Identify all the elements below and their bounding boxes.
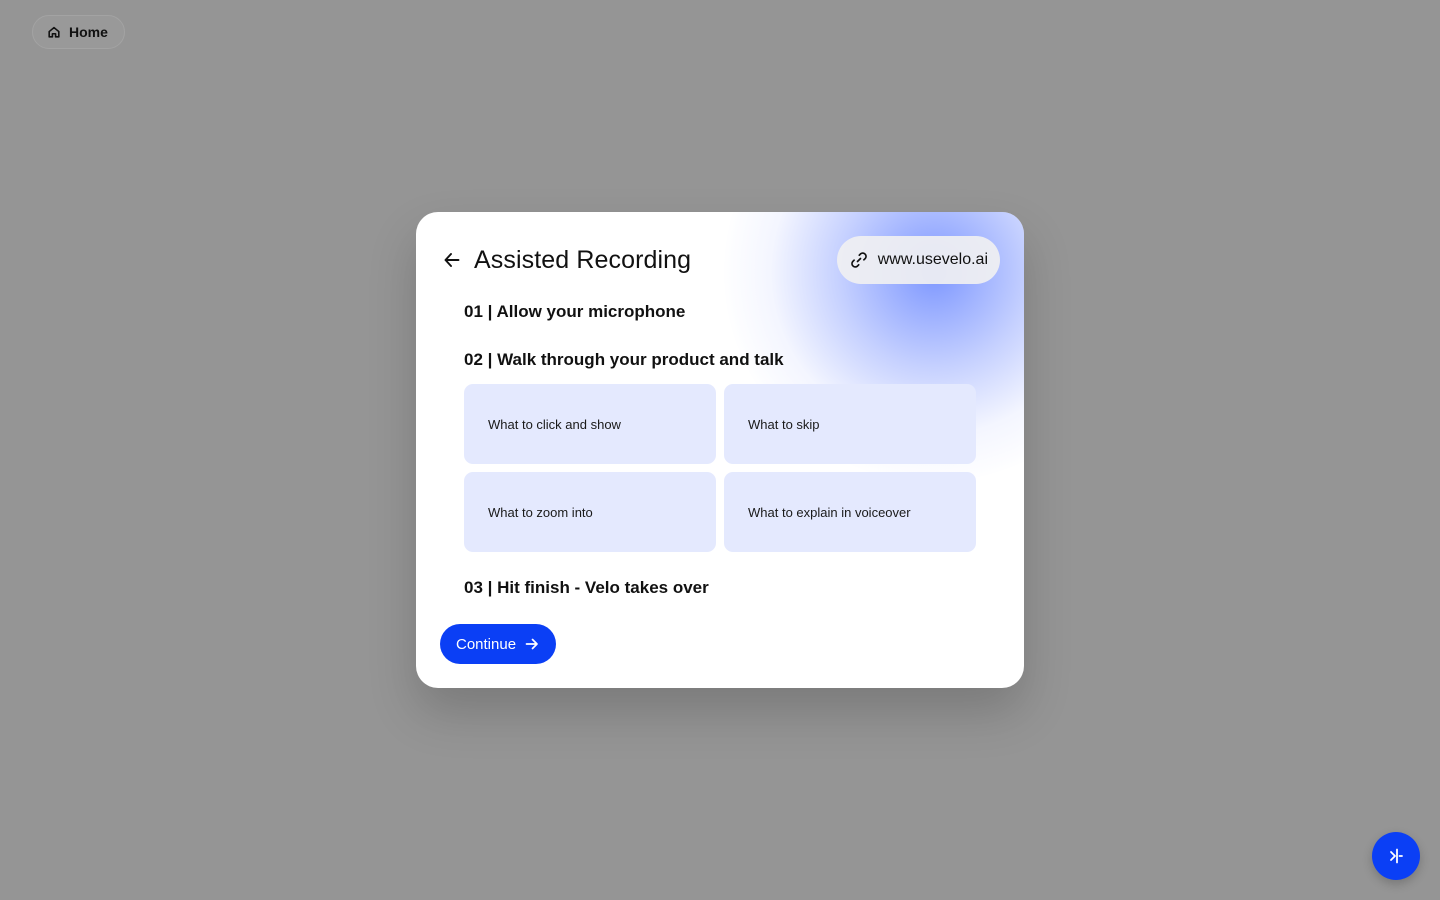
title-wrap: Assisted Recording bbox=[440, 246, 691, 275]
velo-assistant-button[interactable] bbox=[1372, 832, 1420, 880]
home-button[interactable]: Home bbox=[32, 15, 125, 49]
step-3-label: 03 | Hit finish - Velo takes over bbox=[464, 578, 709, 597]
url-pill[interactable]: www.usevelo.ai bbox=[836, 236, 1000, 284]
modal-title: Assisted Recording bbox=[474, 245, 692, 274]
url-text: www.usevelo.ai bbox=[877, 251, 988, 268]
home-button-label: Home bbox=[69, 24, 108, 40]
tips-grid: What to click and show What to skip What… bbox=[464, 384, 976, 552]
tip-tile-click-and-show: What to click and show bbox=[464, 384, 716, 464]
tip-tile-voiceover: What to explain in voiceover bbox=[724, 472, 976, 552]
continue-button-label: Continue bbox=[456, 635, 517, 653]
arrow-right-icon bbox=[524, 636, 540, 652]
step-2-label: 02 | Walk through your product and talk bbox=[464, 350, 784, 369]
assisted-recording-modal: Assisted Recording www.usevelo.ai 01 | A… bbox=[416, 212, 1024, 688]
tip-tile-skip: What to skip bbox=[724, 384, 976, 464]
step-1-label: 01 | Allow your microphone bbox=[464, 302, 686, 321]
arrow-left-icon bbox=[442, 250, 462, 270]
tip-tile-zoom: What to zoom into bbox=[464, 472, 716, 552]
back-button[interactable] bbox=[440, 248, 464, 272]
link-icon bbox=[849, 250, 869, 270]
modal-header: Assisted Recording www.usevelo.ai bbox=[440, 236, 1000, 284]
home-icon bbox=[47, 25, 61, 39]
continue-button[interactable]: Continue bbox=[440, 624, 557, 664]
velo-logo-icon bbox=[1386, 846, 1406, 866]
